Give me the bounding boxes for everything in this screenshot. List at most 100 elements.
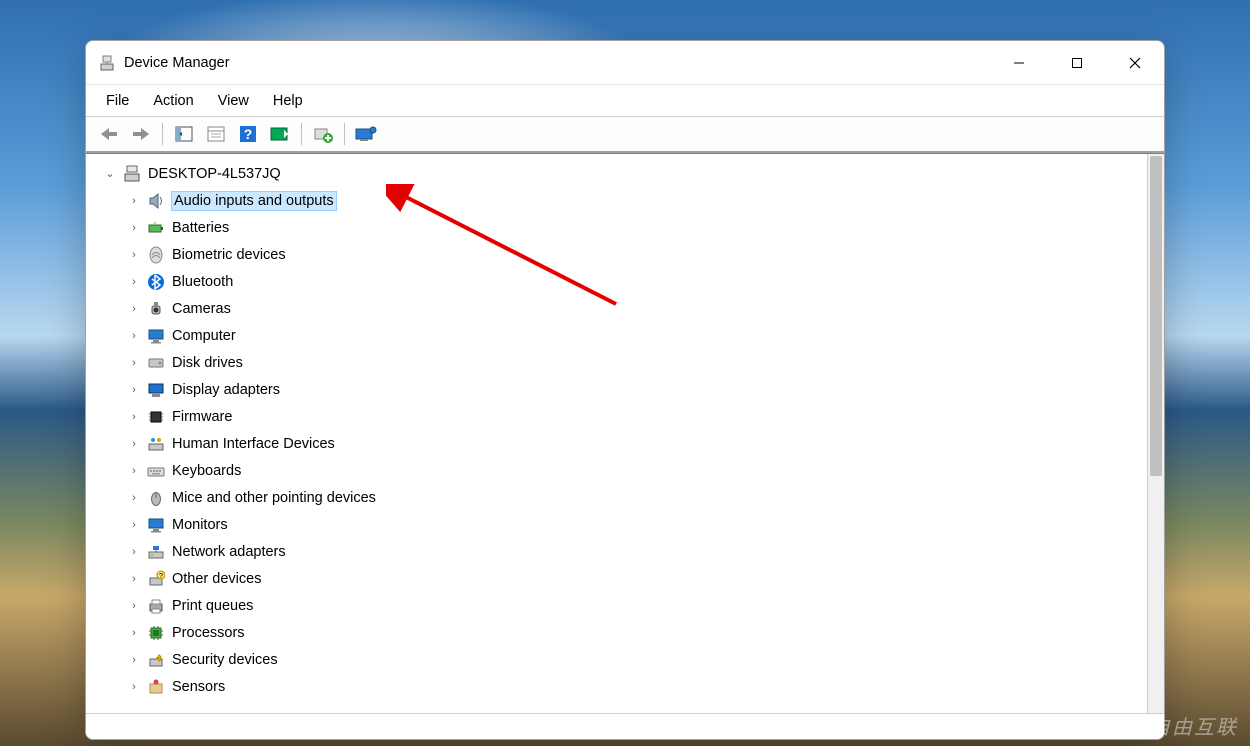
tree-node-label: Print queues [172,598,253,614]
tree-node-label: Bluetooth [172,274,233,290]
tree-node[interactable]: › Bluetooth [88,268,1145,295]
tree-node[interactable]: › Display adapters [88,376,1145,403]
chevron-down-icon[interactable]: ⌄ [102,166,118,182]
watermark-text: 自由互联 [1150,711,1238,740]
tree-node[interactable]: › Security devices [88,646,1145,673]
uninstall-device-button[interactable] [351,120,381,148]
scroll-thumb[interactable] [1150,156,1162,476]
window-controls [990,41,1164,84]
disk-icon [146,353,166,373]
chevron-right-icon[interactable]: › [126,193,142,209]
tree-node-label: Sensors [172,679,225,695]
pc-icon [122,164,142,184]
back-button[interactable] [94,120,124,148]
properties-button[interactable] [201,120,231,148]
speaker-icon [146,191,166,211]
tree-node-label: Keyboards [172,463,241,479]
close-button[interactable] [1106,41,1164,84]
tree-root-node[interactable]: ⌄ DESKTOP-4L537JQ [88,160,1145,187]
add-hardware-button[interactable] [308,120,338,148]
chevron-right-icon[interactable]: › [126,436,142,452]
mouse-icon [146,488,166,508]
tree-node-label: Other devices [172,571,261,587]
tree-node[interactable]: › Computer [88,322,1145,349]
app-icon [98,54,116,72]
tree-node[interactable]: ›? Other devices [88,565,1145,592]
tree-node[interactable]: › Print queues [88,592,1145,619]
window-title: Device Manager [124,55,230,71]
minimize-button[interactable] [990,41,1048,84]
forward-button[interactable] [126,120,156,148]
sensor-icon [146,677,166,697]
tree-node[interactable]: ›Human Interface Devices [88,430,1145,457]
camera-icon [146,299,166,319]
chevron-right-icon[interactable]: › [126,382,142,398]
chevron-right-icon[interactable]: › [126,247,142,263]
vertical-scrollbar[interactable] [1147,154,1164,713]
unknown-device-icon: ? [146,569,166,589]
keyboard-icon [146,461,166,481]
toolbar-separator [344,123,345,145]
monitor-icon [146,326,166,346]
chevron-right-icon[interactable]: › [126,598,142,614]
chevron-right-icon[interactable]: › [126,220,142,236]
tree-node[interactable]: ›Firmware [88,403,1145,430]
device-tree[interactable]: ⌄ DESKTOP-4L537JQ › Audio inputs and output… [86,154,1147,713]
tree-node[interactable]: › Keyboards [88,457,1145,484]
tree-node-label: Display adapters [172,382,280,398]
menu-file[interactable]: File [96,89,139,113]
tree-node[interactable]: › Mice and other pointing devices [88,484,1145,511]
chevron-right-icon[interactable]: › [126,625,142,641]
tree-node[interactable]: › Audio inputs and outputs [88,187,1145,214]
show-hide-console-button[interactable] [169,120,199,148]
tree-node[interactable]: › Monitors [88,511,1145,538]
chevron-right-icon[interactable]: › [126,274,142,290]
display-adapter-icon [146,380,166,400]
tree-node[interactable]: ›Processors [88,619,1145,646]
tree-root-label: DESKTOP-4L537JQ [148,166,281,182]
scan-hardware-button[interactable] [265,120,295,148]
chip-icon [146,407,166,427]
chevron-right-icon[interactable]: › [126,490,142,506]
chevron-right-icon[interactable]: › [126,571,142,587]
security-icon [146,650,166,670]
menu-view[interactable]: View [208,89,259,113]
chevron-right-icon[interactable]: › [126,355,142,371]
tree-node-label: Cameras [172,301,231,317]
chevron-right-icon[interactable]: › [126,544,142,560]
tree-node-label: Disk drives [172,355,243,371]
tree-node-label: Monitors [172,517,228,533]
cpu-icon [146,623,166,643]
chevron-right-icon[interactable]: › [126,409,142,425]
chevron-right-icon[interactable]: › [126,463,142,479]
toolbar: ? [86,117,1164,153]
device-manager-window: Device Manager File Action View Help [85,40,1165,740]
menu-action[interactable]: Action [143,89,203,113]
titlebar: Device Manager [86,41,1164,85]
tree-node-label: Audio inputs and outputs [172,192,336,210]
help-button[interactable]: ? [233,120,263,148]
tree-node[interactable]: › Batteries [88,214,1145,241]
tree-node-label: Security devices [172,652,278,668]
chevron-right-icon[interactable]: › [126,652,142,668]
chevron-right-icon[interactable]: › [126,679,142,695]
svg-text:?: ? [244,126,253,142]
fingerprint-icon [146,245,166,265]
chevron-right-icon[interactable]: › [126,517,142,533]
tree-node[interactable]: › Disk drives [88,349,1145,376]
network-icon [146,542,166,562]
tree-node-label: Biometric devices [172,247,286,263]
tree-node-label: Batteries [172,220,229,236]
toolbar-separator [162,123,163,145]
tree-node[interactable]: › Sensors [88,673,1145,700]
tree-node[interactable]: › Cameras [88,295,1145,322]
maximize-button[interactable] [1048,41,1106,84]
tree-node[interactable]: › Network adapters [88,538,1145,565]
chevron-right-icon[interactable]: › [126,328,142,344]
tree-node-label: Network adapters [172,544,286,560]
tree-node[interactable]: › Biometric devices [88,241,1145,268]
menu-help[interactable]: Help [263,89,313,113]
chevron-right-icon[interactable]: › [126,301,142,317]
tree-node-label: Mice and other pointing devices [172,490,376,506]
tree-node-label: Computer [172,328,236,344]
